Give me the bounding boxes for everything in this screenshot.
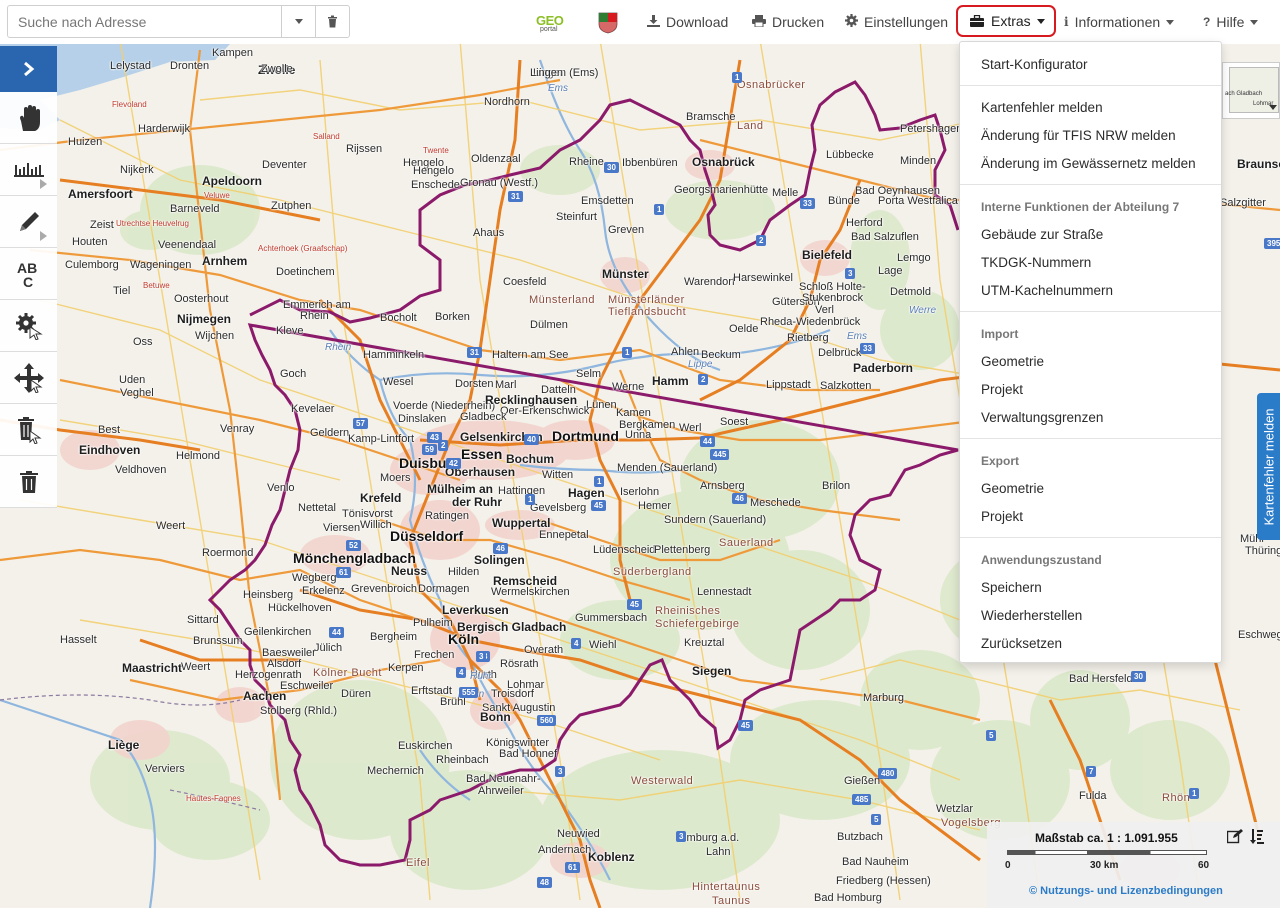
svg-text:C: C bbox=[23, 274, 33, 289]
settings-menu[interactable]: Einstellungen bbox=[845, 13, 948, 31]
menu-item-import-project[interactable]: Projekt bbox=[981, 382, 1023, 397]
menu-divider bbox=[960, 438, 1221, 439]
geoportal-logo-subtext: portal bbox=[540, 26, 558, 33]
menu-item-import-geometry[interactable]: Geometrie bbox=[981, 354, 1044, 369]
print-menu[interactable]: Drucken bbox=[752, 13, 824, 31]
extras-label: Extras bbox=[991, 13, 1031, 29]
delete-all-button[interactable] bbox=[0, 456, 57, 508]
trash-cursor-icon bbox=[17, 416, 42, 444]
sort-icon bbox=[1250, 829, 1264, 844]
move-arrows-icon bbox=[13, 362, 44, 393]
address-search bbox=[7, 5, 350, 38]
gear-cursor-icon bbox=[15, 312, 43, 340]
top-bar: GEO portal Download Drucken Einstellunge… bbox=[0, 0, 1280, 44]
menu-item-building-street[interactable]: Gebäude zur Straße bbox=[981, 227, 1103, 242]
menu-item-utm[interactable]: UTM-Kachelnummern bbox=[981, 283, 1113, 298]
measure-tool-button[interactable] bbox=[0, 144, 57, 196]
report-map-error-tab[interactable]: Kartenfehler melden bbox=[1257, 393, 1280, 540]
chevron-down-icon bbox=[294, 19, 303, 24]
print-icon bbox=[752, 14, 766, 30]
menu-item-export-geometry[interactable]: Geometrie bbox=[981, 481, 1044, 496]
chevron-right-icon bbox=[23, 61, 34, 77]
download-label: Download bbox=[666, 14, 729, 30]
help-menu[interactable]: ? Hilfe bbox=[1203, 13, 1259, 31]
menu-item-export-project[interactable]: Projekt bbox=[981, 509, 1023, 524]
scale-panel: Maßstab ca. 1 : 1.091.955 0 30 km 60 © N… bbox=[987, 822, 1280, 908]
nrw-coat-of-arms-icon bbox=[598, 12, 618, 34]
geoportal-logo[interactable]: GEO portal bbox=[536, 12, 574, 36]
clear-search-button[interactable] bbox=[315, 6, 349, 37]
gear-icon bbox=[845, 14, 858, 30]
menu-header-import: Import bbox=[981, 327, 1019, 341]
scale-tick-end: 60 bbox=[1198, 860, 1210, 871]
chevron-down-icon bbox=[1166, 19, 1175, 25]
menu-item-report-water-change[interactable]: Änderung im Gewässernetz melden bbox=[981, 156, 1196, 171]
chevron-down-icon bbox=[1250, 19, 1259, 25]
search-input[interactable] bbox=[8, 6, 281, 37]
overview-label: ach Gladbach bbox=[1225, 91, 1263, 97]
information-label: Informationen bbox=[1074, 14, 1161, 30]
draw-tool-button[interactable] bbox=[0, 196, 57, 248]
menu-item-tkdgk[interactable]: TKDGK-Nummern bbox=[981, 255, 1091, 270]
edit-icon bbox=[1226, 829, 1243, 844]
trash-icon bbox=[19, 470, 38, 493]
menu-header-export: Export bbox=[981, 454, 1020, 468]
help-label: Hilfe bbox=[1216, 14, 1245, 30]
expand-toolbar-button[interactable] bbox=[0, 46, 57, 92]
scale-label: Maßstab ca. 1 : 1.091.955 bbox=[1035, 831, 1178, 845]
question-icon: ? bbox=[1203, 15, 1211, 29]
menu-divider bbox=[960, 184, 1221, 185]
menu-header-internal: Interne Funktionen der Abteilung 7 bbox=[981, 200, 1180, 214]
settings-label: Einstellungen bbox=[864, 14, 949, 30]
hand-icon bbox=[19, 104, 40, 131]
info-icon: i bbox=[1064, 15, 1069, 29]
menu-item-report-tfis-change[interactable]: Änderung für TFIS NRW melden bbox=[981, 128, 1176, 143]
submenu-arrow-icon bbox=[40, 179, 47, 189]
download-menu[interactable]: Download bbox=[647, 13, 728, 31]
menu-divider bbox=[960, 537, 1221, 538]
submenu-arrow-icon bbox=[40, 231, 47, 241]
text-label-icon: AB C bbox=[17, 260, 37, 289]
menu-divider bbox=[960, 85, 1221, 86]
ruler-icon bbox=[13, 162, 44, 177]
move-tool-button[interactable] bbox=[0, 352, 57, 404]
nrw-logo[interactable] bbox=[598, 12, 618, 34]
briefcase-icon bbox=[970, 15, 984, 27]
trash-icon bbox=[328, 15, 337, 28]
print-label: Drucken bbox=[772, 14, 825, 30]
map-tools-toolbar: AB C bbox=[0, 46, 57, 508]
scale-tick-start: 0 bbox=[1005, 860, 1011, 871]
information-menu[interactable]: i Informationen bbox=[1064, 13, 1175, 31]
label-tool-button[interactable]: AB C bbox=[0, 248, 57, 300]
scale-options-button[interactable] bbox=[1250, 829, 1264, 849]
overview-map[interactable]: ach Gladbach Lohmar bbox=[1222, 62, 1280, 119]
search-dropdown-button[interactable] bbox=[281, 6, 315, 37]
delete-selected-button[interactable] bbox=[0, 404, 57, 456]
menu-item-start-configurator[interactable]: Start-Konfigurator bbox=[981, 57, 1088, 72]
pencil-icon bbox=[19, 211, 39, 231]
pan-tool-button[interactable] bbox=[0, 92, 57, 144]
scale-bar bbox=[1007, 850, 1207, 855]
scale-tick-mid: 30 km bbox=[1090, 860, 1119, 871]
menu-item-import-admin-boundaries[interactable]: Verwaltungsgrenzen bbox=[981, 410, 1103, 425]
chevron-down-icon[interactable] bbox=[1269, 105, 1277, 110]
download-icon bbox=[647, 14, 660, 30]
edit-scale-button[interactable] bbox=[1226, 829, 1243, 849]
menu-item-report-map-error[interactable]: Kartenfehler melden bbox=[981, 100, 1103, 115]
license-link[interactable]: © Nutzungs- und Lizenzbedingungen bbox=[1029, 885, 1223, 897]
extras-dropdown-menu: Start-Konfigurator Kartenfehler melden Ä… bbox=[959, 41, 1222, 663]
menu-item-save[interactable]: Speichern bbox=[981, 580, 1042, 595]
chevron-down-icon bbox=[1036, 18, 1045, 24]
edit-tool-button[interactable] bbox=[0, 300, 57, 352]
extras-menu-button[interactable]: Extras bbox=[956, 5, 1056, 37]
menu-divider bbox=[960, 311, 1221, 312]
menu-item-restore[interactable]: Wiederherstellen bbox=[981, 608, 1082, 623]
menu-header-app-state: Anwendungszustand bbox=[981, 553, 1102, 567]
report-tab-label: Kartenfehler melden bbox=[1261, 407, 1276, 526]
menu-item-reset[interactable]: Zurücksetzen bbox=[981, 636, 1062, 651]
